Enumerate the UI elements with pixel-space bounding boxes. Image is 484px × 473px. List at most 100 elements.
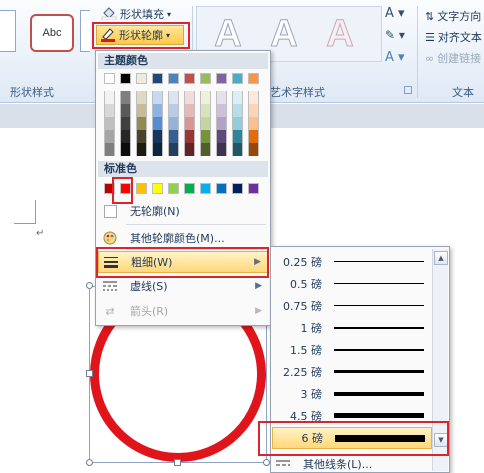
theme-color-shade-swatch[interactable] — [136, 91, 147, 104]
weight-option[interactable]: 0.75 磅 — [272, 295, 432, 317]
theme-color-shade-swatch[interactable] — [200, 117, 211, 130]
theme-color-shade-swatch[interactable] — [120, 91, 131, 104]
text-effects-icon[interactable]: A ▾ — [385, 50, 405, 65]
shape-style-preview-1[interactable] — [0, 10, 16, 52]
theme-color-shade-swatch[interactable] — [184, 143, 195, 156]
weight-option[interactable]: 0.25 磅 — [272, 251, 432, 273]
text-outline-icon[interactable]: ✎ ▾ — [385, 28, 405, 42]
theme-color-shade-swatch[interactable] — [168, 91, 179, 104]
theme-color-shade-swatch[interactable] — [104, 91, 115, 104]
theme-color-shade-swatch[interactable] — [216, 91, 227, 104]
standard-color-swatch[interactable] — [248, 183, 259, 194]
standard-color-swatch[interactable] — [216, 183, 227, 194]
dashes-item[interactable]: 虚线(S) ▶ — [98, 275, 268, 297]
no-outline-item[interactable]: 无轮廓(N) — [98, 200, 268, 222]
theme-color-shade-swatch[interactable] — [248, 130, 259, 143]
resize-handle-bottom-left[interactable] — [86, 459, 93, 466]
more-lines-item[interactable]: 其他线条(L)... — [271, 453, 431, 473]
weight-option[interactable]: 1 磅 — [272, 317, 432, 339]
theme-color-shade-swatch[interactable] — [216, 117, 227, 130]
weight-option[interactable]: 1.5 磅 — [272, 339, 432, 361]
standard-color-swatch[interactable] — [168, 183, 179, 194]
theme-color-shade-swatch[interactable] — [152, 91, 163, 104]
shape-style-more[interactable] — [80, 10, 90, 52]
weight-option[interactable]: 3 磅 — [272, 383, 432, 405]
theme-color-shade-swatch[interactable] — [136, 143, 147, 156]
theme-color-shade-swatch[interactable] — [248, 91, 259, 104]
standard-color-swatch[interactable] — [232, 183, 243, 194]
theme-color-shade-swatch[interactable] — [232, 130, 243, 143]
theme-color-swatch[interactable] — [152, 73, 163, 84]
theme-color-shade-swatch[interactable] — [120, 117, 131, 130]
theme-color-swatch[interactable] — [136, 73, 147, 84]
create-link-button[interactable]: ∞ 创建链接 — [422, 48, 484, 68]
resize-handle-top-left[interactable] — [86, 282, 93, 289]
theme-color-shade-swatch[interactable] — [152, 130, 163, 143]
text-fill-icon[interactable]: A ▾ — [385, 6, 405, 21]
theme-color-shade-swatch[interactable] — [216, 130, 227, 143]
theme-color-shade-swatch[interactable] — [168, 130, 179, 143]
theme-color-shade-swatch[interactable] — [104, 104, 115, 117]
theme-color-swatch[interactable] — [184, 73, 195, 84]
theme-color-shade-swatch[interactable] — [184, 117, 195, 130]
dialog-launcher-icon[interactable] — [404, 86, 412, 94]
weight-option[interactable]: 0.5 磅 — [272, 273, 432, 295]
arrows-item[interactable]: ⇄ 箭头(R) ▶ — [98, 300, 268, 322]
theme-color-shade-swatch[interactable] — [184, 91, 195, 104]
theme-color-shade-swatch[interactable] — [200, 130, 211, 143]
theme-color-shade-swatch[interactable] — [232, 117, 243, 130]
theme-color-shade-swatch[interactable] — [120, 143, 131, 156]
resize-handle-left[interactable] — [86, 370, 93, 377]
theme-color-shade-swatch[interactable] — [248, 143, 259, 156]
theme-color-shade-swatch[interactable] — [184, 130, 195, 143]
theme-color-shade-swatch[interactable] — [200, 104, 211, 117]
theme-color-shade-swatch[interactable] — [152, 143, 163, 156]
theme-color-shade-swatch[interactable] — [104, 130, 115, 143]
weight-option[interactable]: 2.25 磅 — [272, 361, 432, 383]
resize-handle-bottom-right[interactable] — [263, 459, 270, 466]
text-direction-button[interactable]: ⇅ 文字方向 — [422, 6, 484, 26]
theme-color-shade-swatch[interactable] — [248, 104, 259, 117]
theme-color-shade-swatch[interactable] — [136, 130, 147, 143]
theme-color-shade-swatch[interactable] — [232, 104, 243, 117]
theme-color-shade-swatch[interactable] — [248, 117, 259, 130]
theme-color-shade-swatch[interactable] — [216, 104, 227, 117]
theme-color-shade-swatch[interactable] — [104, 117, 115, 130]
theme-color-swatch[interactable] — [248, 73, 259, 84]
scroll-up-icon[interactable]: ▲ — [434, 251, 448, 265]
theme-color-shade-swatch[interactable] — [152, 104, 163, 117]
align-text-button[interactable]: ☰ 对齐文本 — [422, 27, 484, 47]
theme-color-shade-swatch[interactable] — [136, 117, 147, 130]
theme-color-swatch[interactable] — [200, 73, 211, 84]
theme-color-swatch[interactable] — [232, 73, 243, 84]
theme-color-shade-swatch[interactable] — [200, 143, 211, 156]
theme-color-swatch[interactable] — [168, 73, 179, 84]
resize-handle-bottom[interactable] — [174, 459, 181, 466]
theme-color-shade-swatch[interactable] — [168, 143, 179, 156]
theme-color-shade-swatch[interactable] — [168, 104, 179, 117]
theme-color-shade-swatch[interactable] — [120, 104, 131, 117]
theme-color-shade-swatch[interactable] — [152, 117, 163, 130]
standard-color-swatch[interactable] — [184, 183, 195, 194]
align-text-icon: ☰ — [425, 30, 435, 44]
paragraph-mark: ↵ — [36, 228, 45, 239]
theme-color-shade-swatch[interactable] — [184, 104, 195, 117]
theme-color-swatch[interactable] — [104, 73, 115, 84]
standard-color-swatch[interactable] — [152, 183, 163, 194]
standard-color-swatch[interactable] — [200, 183, 211, 194]
theme-color-shade-swatch[interactable] — [232, 91, 243, 104]
theme-color-swatch[interactable] — [120, 73, 131, 84]
wordart-style-3[interactable]: A — [312, 10, 368, 58]
theme-color-shade-swatch[interactable] — [168, 117, 179, 130]
shape-style-preview-2[interactable]: Abc — [30, 14, 74, 52]
more-colors-item[interactable]: 其他轮廓颜色(M)... — [98, 227, 268, 249]
theme-color-shade-swatch[interactable] — [104, 143, 115, 156]
theme-color-swatch[interactable] — [216, 73, 227, 84]
theme-color-shade-swatch[interactable] — [216, 143, 227, 156]
standard-color-swatch[interactable] — [136, 183, 147, 194]
theme-color-shade-swatch[interactable] — [120, 130, 131, 143]
shape-fill-button[interactable]: 形状填充 ▾ — [98, 4, 174, 24]
theme-color-shade-swatch[interactable] — [232, 143, 243, 156]
theme-color-shade-swatch[interactable] — [200, 91, 211, 104]
theme-color-shade-swatch[interactable] — [136, 104, 147, 117]
